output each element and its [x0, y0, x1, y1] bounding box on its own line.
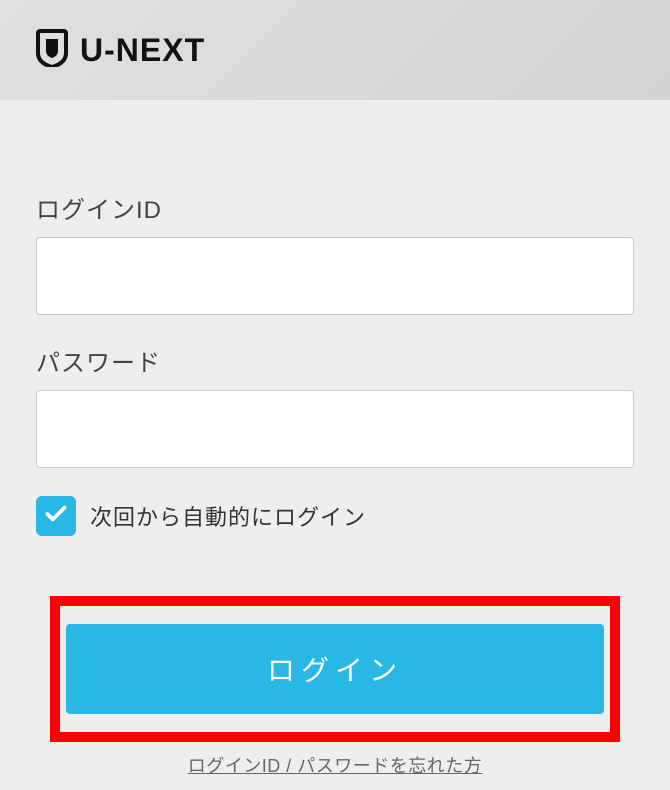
password-input[interactable]: [36, 390, 634, 468]
password-group: パスワード: [36, 343, 634, 468]
brand-logo: U-NEXT: [36, 29, 205, 72]
check-icon: [43, 501, 69, 532]
login-button[interactable]: ログイン: [66, 624, 604, 714]
auto-login-checkbox[interactable]: [36, 496, 76, 536]
login-id-group: ログインID: [36, 190, 634, 315]
login-button-highlight: ログイン: [50, 596, 620, 742]
brand-name: U-NEXT: [80, 32, 205, 69]
auto-login-label: 次回から自動的にログイン: [90, 500, 366, 532]
password-label: パスワード: [36, 343, 634, 378]
login-form: ログインID パスワード 次回から自動的にログイン ログイン ログインID / …: [0, 100, 670, 778]
login-id-input[interactable]: [36, 237, 634, 315]
shield-icon: [36, 29, 68, 72]
login-id-label: ログインID: [36, 190, 634, 225]
app-header: U-NEXT: [0, 0, 670, 100]
forgot-credentials-link[interactable]: ログインID / パスワードを忘れた方: [36, 752, 634, 778]
auto-login-row: 次回から自動的にログイン: [36, 496, 634, 536]
